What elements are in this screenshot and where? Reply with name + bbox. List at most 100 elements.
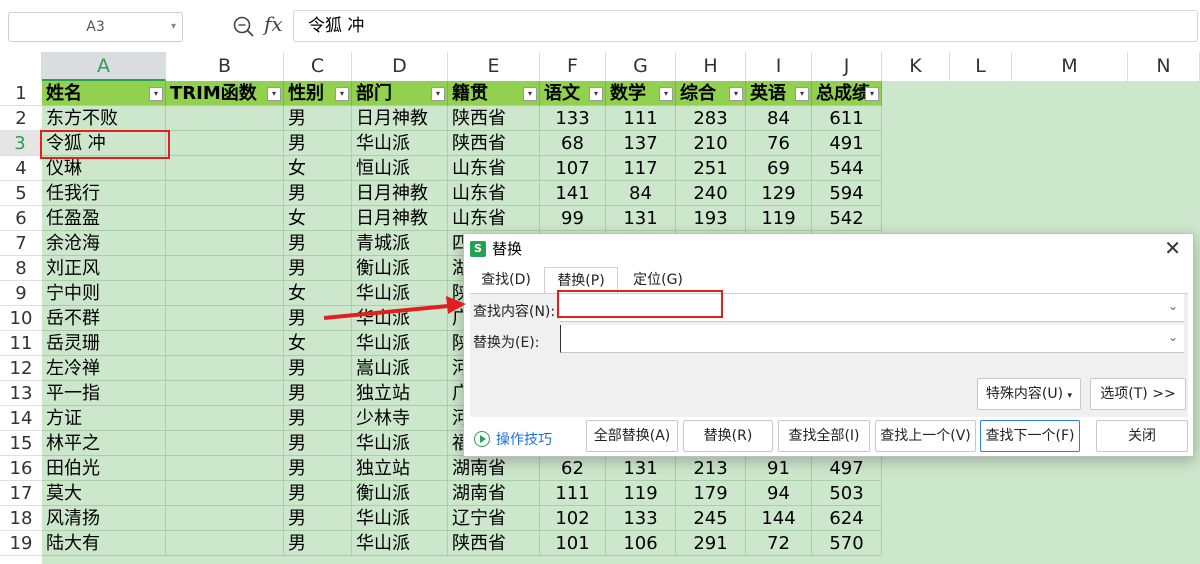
- table-cell[interactable]: [166, 206, 284, 231]
- table-cell[interactable]: 岳灵珊: [42, 331, 166, 356]
- table-cell[interactable]: 日月神教: [352, 206, 448, 231]
- close-button[interactable]: 关闭: [1096, 420, 1188, 452]
- row-header-11[interactable]: 11: [0, 331, 42, 356]
- row-header-8[interactable]: 8: [0, 256, 42, 281]
- table-cell[interactable]: [166, 531, 284, 556]
- table-cell[interactable]: 女: [284, 206, 352, 231]
- table-cell[interactable]: 嵩山派: [352, 356, 448, 381]
- filter-dropdown-icon[interactable]: ▾: [659, 87, 673, 101]
- options-button[interactable]: 选项(T) >>: [1090, 378, 1186, 410]
- table-cell[interactable]: [166, 431, 284, 456]
- table-cell[interactable]: 青城派: [352, 231, 448, 256]
- row-header-3[interactable]: 3: [0, 131, 42, 156]
- table-cell[interactable]: [166, 306, 284, 331]
- filter-dropdown-icon[interactable]: ▾: [267, 87, 281, 101]
- table-cell[interactable]: 恒山派: [352, 156, 448, 181]
- chevron-down-icon[interactable]: ⌄: [1168, 330, 1178, 344]
- table-cell[interactable]: 611: [812, 106, 882, 131]
- table-cell[interactable]: 任盈盈: [42, 206, 166, 231]
- table-cell[interactable]: 503: [812, 481, 882, 506]
- row-header-1[interactable]: 1: [0, 81, 42, 106]
- table-cell[interactable]: [166, 106, 284, 131]
- close-icon[interactable]: ✕: [1164, 236, 1181, 260]
- table-cell[interactable]: 湖南省: [448, 481, 540, 506]
- find-next-button[interactable]: 查找下一个(F): [980, 420, 1080, 452]
- table-cell[interactable]: 岳不群: [42, 306, 166, 331]
- table-cell[interactable]: 日月神教: [352, 106, 448, 131]
- table-cell[interactable]: 山东省: [448, 206, 540, 231]
- table-cell[interactable]: 570: [812, 531, 882, 556]
- row-header-18[interactable]: 18: [0, 506, 42, 531]
- row-header-16[interactable]: 16: [0, 456, 42, 481]
- row-header-5[interactable]: 5: [0, 181, 42, 206]
- table-cell[interactable]: [166, 156, 284, 181]
- special-content-button[interactable]: 特殊内容(U) ▾: [977, 378, 1081, 410]
- table-cell[interactable]: 94: [746, 481, 812, 506]
- row-header-7[interactable]: 7: [0, 231, 42, 256]
- row-header-19[interactable]: 19: [0, 531, 42, 556]
- table-cell[interactable]: [166, 356, 284, 381]
- table-cell[interactable]: 84: [746, 106, 812, 131]
- filter-dropdown-icon[interactable]: ▾: [335, 87, 349, 101]
- table-cell[interactable]: 男: [284, 356, 352, 381]
- column-header-l[interactable]: L: [950, 52, 1012, 81]
- table-cell[interactable]: 99: [540, 206, 606, 231]
- row-header-12[interactable]: 12: [0, 356, 42, 381]
- table-cell[interactable]: 62: [540, 456, 606, 481]
- table-cell[interactable]: 山东省: [448, 181, 540, 206]
- table-cell[interactable]: 刘正风: [42, 256, 166, 281]
- table-cell[interactable]: 68: [540, 131, 606, 156]
- fx-icon[interactable]: fx: [264, 12, 283, 36]
- table-cell[interactable]: 84: [606, 181, 676, 206]
- replace-button[interactable]: 替换(R): [683, 420, 773, 452]
- column-header-c[interactable]: C: [284, 52, 352, 81]
- table-cell[interactable]: 田伯光: [42, 456, 166, 481]
- column-header-n[interactable]: N: [1128, 52, 1200, 81]
- table-cell[interactable]: 179: [676, 481, 746, 506]
- column-header-b[interactable]: B: [166, 52, 284, 81]
- table-cell[interactable]: 华山派: [352, 331, 448, 356]
- table-cell[interactable]: 251: [676, 156, 746, 181]
- table-cell[interactable]: 141: [540, 181, 606, 206]
- table-cell[interactable]: [166, 481, 284, 506]
- table-cell[interactable]: 624: [812, 506, 882, 531]
- table-cell[interactable]: 542: [812, 206, 882, 231]
- filter-dropdown-icon[interactable]: ▾: [865, 87, 879, 101]
- header-cell[interactable]: 综合 ▾: [676, 81, 746, 106]
- header-cell[interactable]: 姓名 ▾: [42, 81, 166, 106]
- table-cell[interactable]: 风清扬: [42, 506, 166, 531]
- table-cell[interactable]: 男: [284, 231, 352, 256]
- filter-dropdown-icon[interactable]: ▾: [795, 87, 809, 101]
- tab-find[interactable]: 查找(D): [472, 267, 540, 293]
- header-cell[interactable]: 英语 ▾: [746, 81, 812, 106]
- table-cell[interactable]: 193: [676, 206, 746, 231]
- chevron-down-icon[interactable]: ⌄: [1168, 299, 1178, 313]
- table-cell[interactable]: 291: [676, 531, 746, 556]
- table-cell[interactable]: 男: [284, 181, 352, 206]
- table-cell[interactable]: 111: [540, 481, 606, 506]
- table-cell[interactable]: 女: [284, 331, 352, 356]
- table-cell[interactable]: 107: [540, 156, 606, 181]
- table-cell[interactable]: 131: [606, 456, 676, 481]
- row-header-17[interactable]: 17: [0, 481, 42, 506]
- table-cell[interactable]: 137: [606, 131, 676, 156]
- table-cell[interactable]: 陕西省: [448, 531, 540, 556]
- column-header-g[interactable]: G: [606, 52, 676, 81]
- table-cell[interactable]: 左冷禅: [42, 356, 166, 381]
- filter-dropdown-icon[interactable]: ▾: [523, 87, 537, 101]
- table-cell[interactable]: 莫大: [42, 481, 166, 506]
- column-header-j[interactable]: J: [812, 52, 882, 81]
- table-cell[interactable]: 男: [284, 531, 352, 556]
- chevron-down-icon[interactable]: ▾: [171, 13, 176, 41]
- table-cell[interactable]: 245: [676, 506, 746, 531]
- table-cell[interactable]: 东方不败: [42, 106, 166, 131]
- table-cell[interactable]: 72: [746, 531, 812, 556]
- table-cell[interactable]: 男: [284, 256, 352, 281]
- table-cell[interactable]: 山东省: [448, 156, 540, 181]
- table-cell[interactable]: 少林寺: [352, 406, 448, 431]
- table-cell[interactable]: 华山派: [352, 506, 448, 531]
- table-cell[interactable]: 华山派: [352, 431, 448, 456]
- header-cell[interactable]: TRIM函数 ▾: [166, 81, 284, 106]
- table-cell[interactable]: [166, 231, 284, 256]
- header-cell[interactable]: 数学 ▾: [606, 81, 676, 106]
